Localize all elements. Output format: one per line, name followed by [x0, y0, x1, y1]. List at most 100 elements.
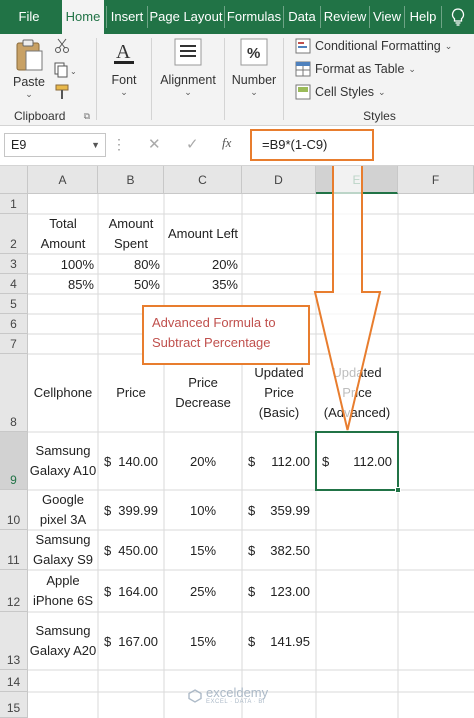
- cell-c4[interactable]: 35%: [164, 274, 242, 294]
- ribbon-separator: [283, 38, 284, 120]
- cell-b13[interactable]: $167.00: [98, 612, 164, 670]
- format-as-table-button[interactable]: Format as Table ⌄: [295, 61, 416, 77]
- row-header-1[interactable]: 1: [0, 194, 28, 214]
- lightbulb-icon[interactable]: [444, 0, 472, 34]
- alignment-button[interactable]: Alignment ⌄: [157, 38, 219, 98]
- tab-view[interactable]: View: [371, 0, 403, 34]
- cell-d8[interactable]: Updated Price (Basic): [242, 354, 316, 432]
- cell-d11[interactable]: $382.50: [242, 530, 316, 570]
- tab-home[interactable]: Home: [62, 0, 104, 34]
- cell-b2[interactable]: Amount Spent: [98, 214, 164, 254]
- row-header-10[interactable]: 10: [0, 490, 28, 530]
- chevron-down-icon[interactable]: ▼: [91, 134, 100, 156]
- alignment-group[interactable]: Alignment ⌄: [153, 34, 223, 126]
- cell-styles-button[interactable]: Cell Styles ⌄: [295, 84, 386, 100]
- column-header-f[interactable]: F: [398, 166, 474, 194]
- font-label: Font: [111, 73, 137, 87]
- row-header-11[interactable]: 11: [0, 530, 28, 570]
- cut-icon[interactable]: [54, 38, 70, 57]
- column-header-c[interactable]: C: [164, 166, 242, 194]
- cell-d13[interactable]: $141.95: [242, 612, 316, 670]
- row-header-7[interactable]: 7: [0, 334, 28, 354]
- cell-c10[interactable]: 10%: [164, 490, 242, 530]
- row-header-12[interactable]: 12: [0, 570, 28, 612]
- cell-c13[interactable]: 15%: [164, 612, 242, 670]
- font-button[interactable]: A Font ⌄: [104, 38, 144, 98]
- conditional-formatting-button[interactable]: Conditional Formatting ⌄: [295, 38, 452, 54]
- row-header-8[interactable]: 8: [0, 354, 28, 432]
- currency-symbol: $: [248, 453, 256, 469]
- cell-d10[interactable]: $359.99: [242, 490, 316, 530]
- copy-icon[interactable]: ⌄: [54, 62, 77, 81]
- row-header-4[interactable]: 4: [0, 274, 28, 294]
- row-header-9[interactable]: 9: [0, 432, 28, 490]
- row-header-2[interactable]: 2: [0, 214, 28, 254]
- cell-styles-icon: [295, 84, 311, 100]
- cell-a12[interactable]: Apple iPhone 6S: [28, 570, 98, 612]
- cell-d9[interactable]: $112.00: [242, 432, 316, 490]
- select-all-corner[interactable]: [0, 166, 28, 194]
- cell-a2[interactable]: Total Amount: [28, 214, 98, 254]
- column-header-d[interactable]: D: [242, 166, 316, 194]
- row-header-14[interactable]: 14: [0, 670, 28, 692]
- cell-b12[interactable]: $164.00: [98, 570, 164, 612]
- tab-file[interactable]: File: [0, 0, 58, 34]
- format-painter-icon[interactable]: [54, 84, 72, 103]
- row-header-13[interactable]: 13: [0, 612, 28, 670]
- font-group[interactable]: A Font ⌄: [98, 34, 150, 126]
- tab-review[interactable]: Review: [322, 0, 368, 34]
- vertical-dots-icon: ⋮: [112, 136, 126, 152]
- cell-b4[interactable]: 50%: [98, 274, 164, 294]
- basic-price-value: 382.50: [270, 542, 310, 558]
- tab-formulas[interactable]: Formulas: [226, 0, 282, 34]
- dialog-launcher-icon[interactable]: ⧉: [84, 111, 90, 122]
- cell-a8[interactable]: Cellphone: [28, 354, 98, 432]
- cell-c11[interactable]: 15%: [164, 530, 242, 570]
- tab-help[interactable]: Help: [406, 0, 440, 34]
- cell-a10[interactable]: Google pixel 3A: [28, 490, 98, 530]
- cell-c8[interactable]: Price Decrease: [164, 354, 242, 432]
- paste-label: Paste: [13, 75, 45, 89]
- cell-b11[interactable]: $450.00: [98, 530, 164, 570]
- cell-a13[interactable]: Samsung Galaxy A20: [28, 612, 98, 670]
- cell-c2[interactable]: Amount Left: [164, 214, 242, 254]
- column-header-e[interactable]: E: [316, 166, 398, 194]
- enter-icon[interactable]: ✓: [186, 135, 199, 153]
- tab-page-layout[interactable]: Page Layout: [149, 0, 223, 34]
- cell-c9[interactable]: 20%: [164, 432, 242, 490]
- chevron-down-icon: ⌄: [444, 40, 453, 51]
- row-header-3[interactable]: 3: [0, 254, 28, 274]
- row-header-15[interactable]: 15: [0, 692, 28, 718]
- cell-b3[interactable]: 80%: [98, 254, 164, 274]
- styles-group: Conditional Formatting ⌄ Format as Table…: [285, 34, 474, 126]
- paste-button[interactable]: Paste ⌄: [8, 38, 50, 100]
- cell-b9[interactable]: $140.00: [98, 432, 164, 490]
- cell-a11[interactable]: Samsung Galaxy S9: [28, 530, 98, 570]
- currency-symbol: $: [104, 542, 112, 558]
- row-header-5[interactable]: 5: [0, 294, 28, 314]
- cell-c3[interactable]: 20%: [164, 254, 242, 274]
- number-button[interactable]: % Number ⌄: [228, 38, 280, 98]
- currency-symbol: $: [248, 502, 256, 518]
- row-header-6[interactable]: 6: [0, 314, 28, 334]
- fill-handle[interactable]: [395, 487, 401, 493]
- cell-b10[interactable]: $399.99: [98, 490, 164, 530]
- chevron-down-icon: ⌄: [25, 89, 33, 99]
- watermark-name: exceldemy: [206, 685, 269, 700]
- tab-data[interactable]: Data: [285, 0, 319, 34]
- cell-c12[interactable]: 25%: [164, 570, 242, 612]
- cell-a4[interactable]: 85%: [28, 274, 98, 294]
- tab-insert[interactable]: Insert: [108, 0, 146, 34]
- cell-a3[interactable]: 100%: [28, 254, 98, 274]
- name-box[interactable]: E9 ▼: [4, 133, 106, 157]
- cell-e8[interactable]: Updated Price (Advanced): [316, 354, 398, 432]
- cell-d12[interactable]: $123.00: [242, 570, 316, 612]
- cell-b8[interactable]: Price: [98, 354, 164, 432]
- column-header-b[interactable]: B: [98, 166, 164, 194]
- clipboard-group-label: Clipboard: [14, 109, 66, 123]
- column-header-a[interactable]: A: [28, 166, 98, 194]
- fx-icon[interactable]: fx: [222, 135, 231, 151]
- number-group[interactable]: % Number ⌄: [226, 34, 282, 126]
- cell-a9[interactable]: Samsung Galaxy A10: [28, 432, 98, 490]
- cancel-icon[interactable]: ✕: [148, 135, 161, 153]
